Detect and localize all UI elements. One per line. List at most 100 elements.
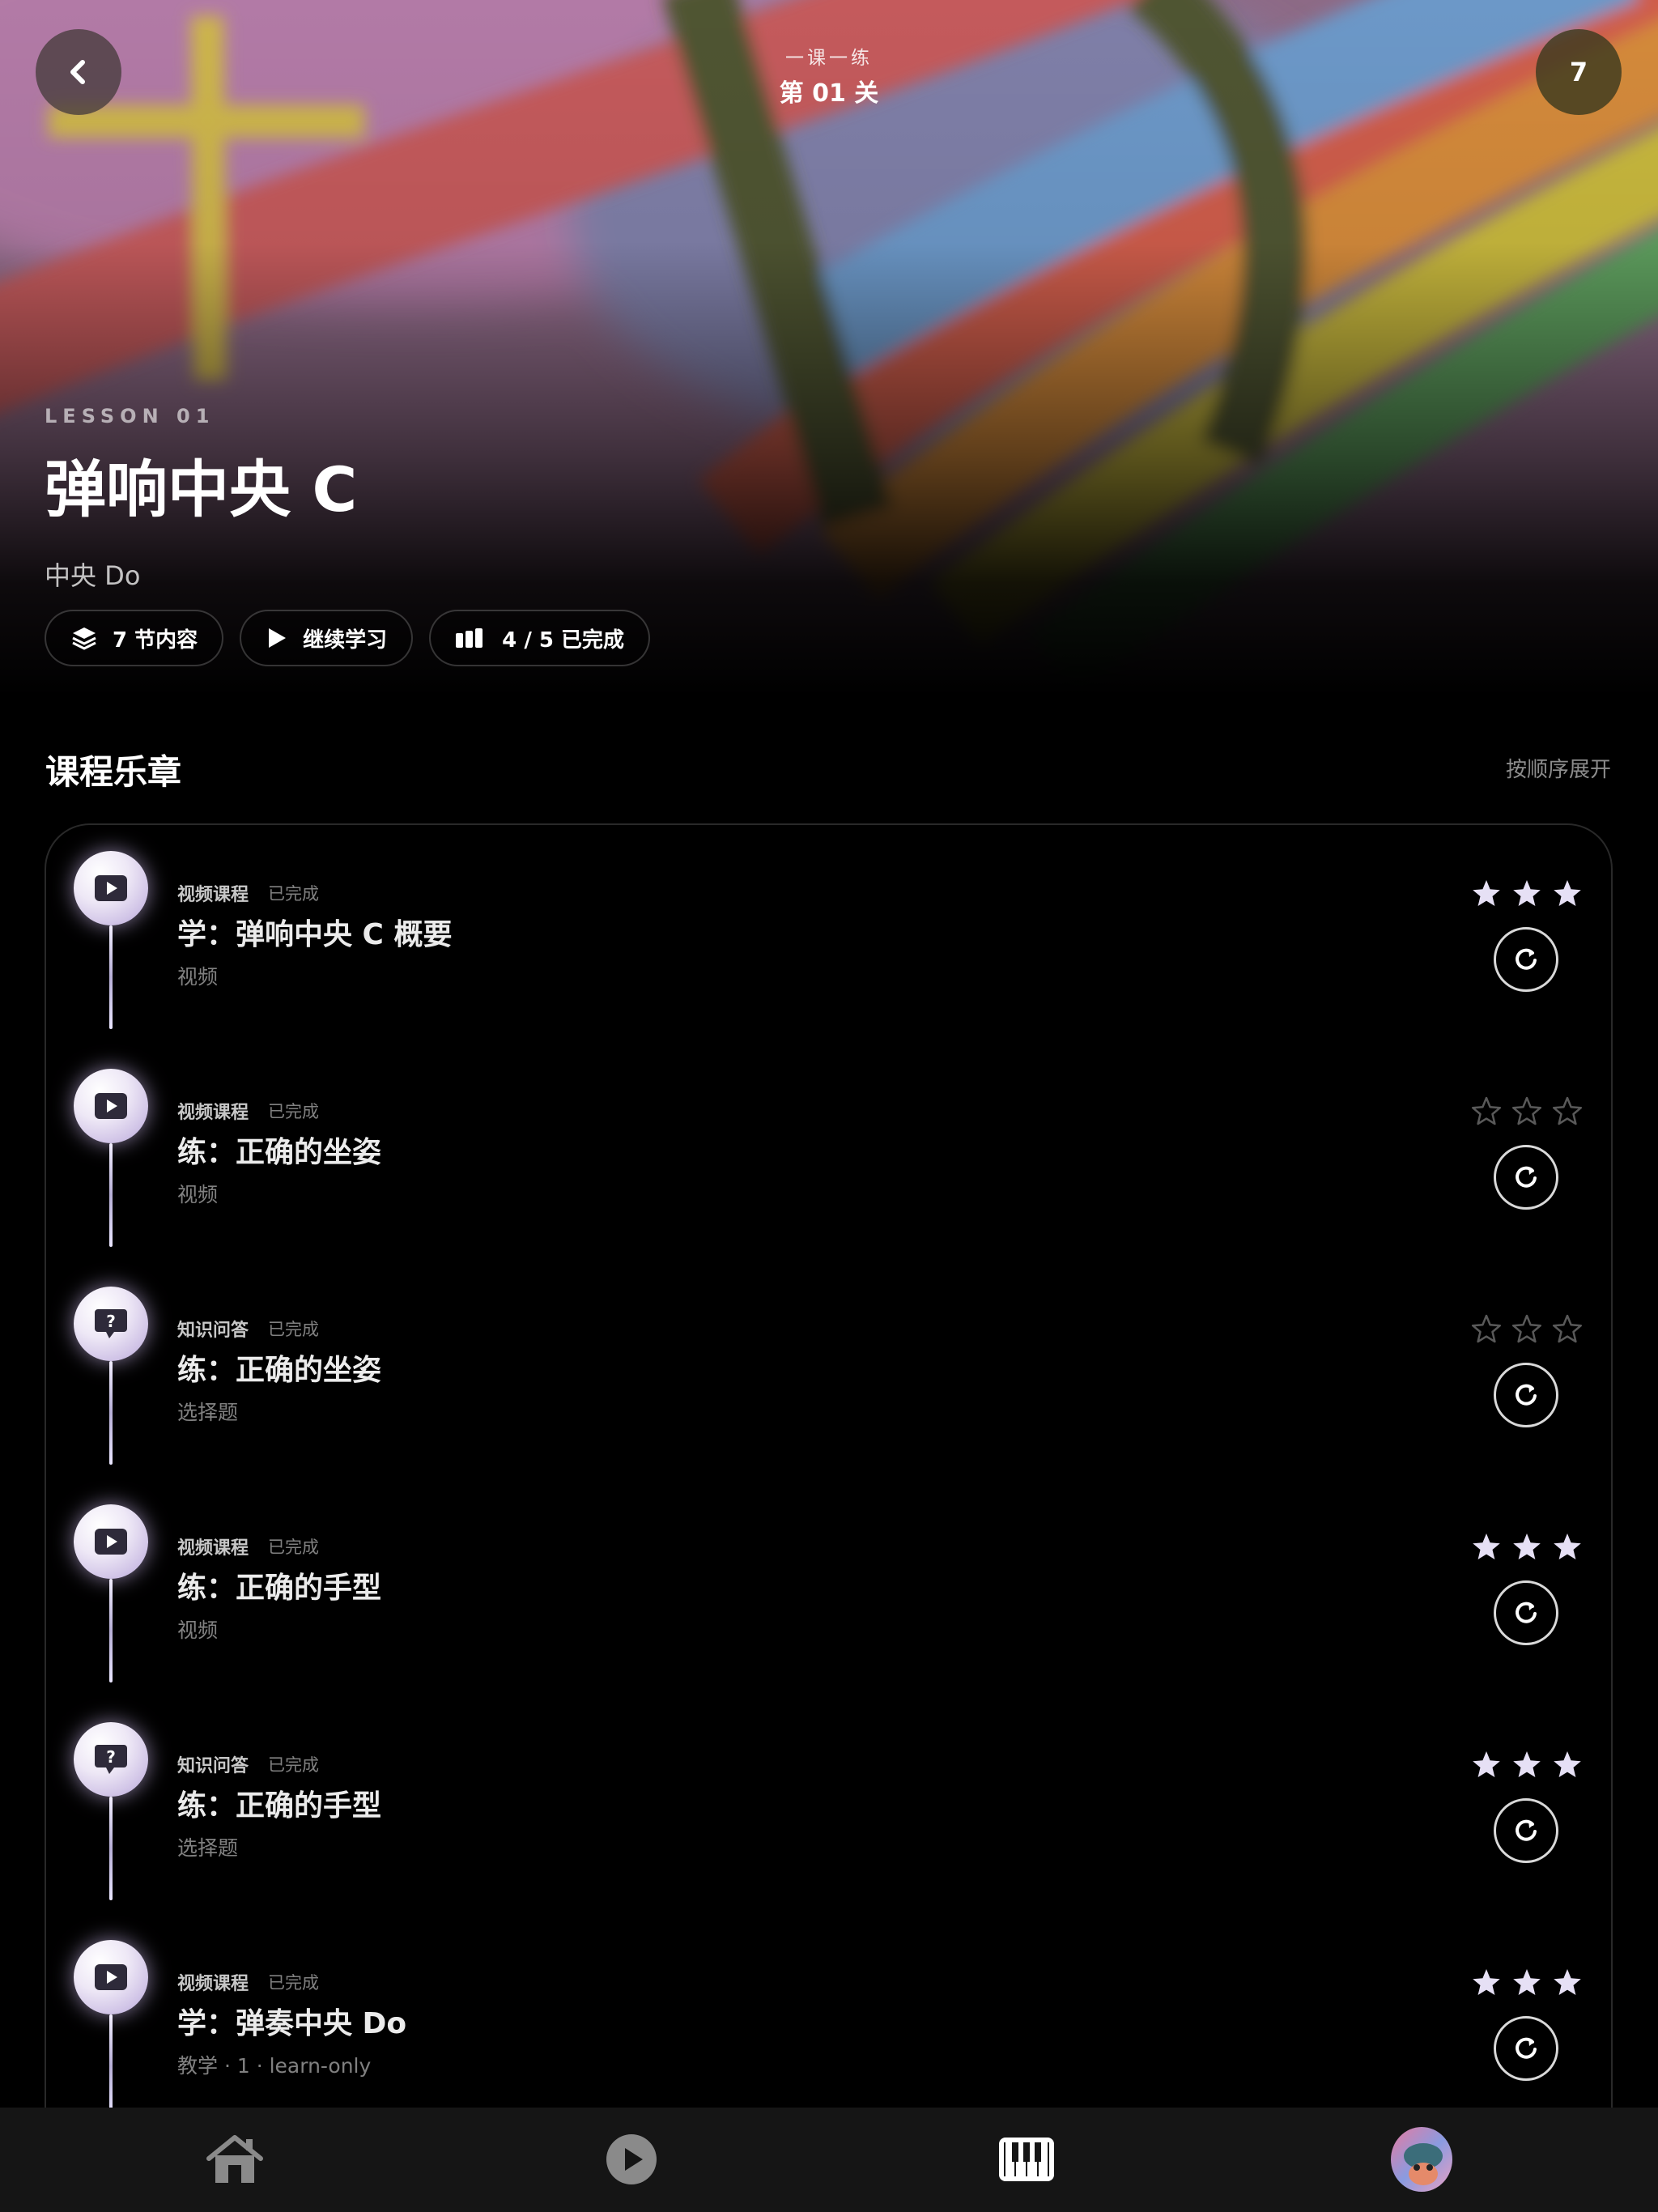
replay-button[interactable] [1494,2016,1558,2081]
question-icon: ? [95,1309,127,1338]
lesson-node [74,1069,148,1143]
lesson-kind: 知识问答 [177,1321,249,1341]
lesson-node [74,1940,148,2014]
tab-play[interactable] [601,2129,662,2190]
expand-in-order-link[interactable]: 按顺序展开 [1506,753,1611,783]
tab-home[interactable] [204,2129,266,2190]
lesson-item-subtitle: 视频 [177,1619,219,1642]
lesson-status: 已完成 [268,1320,320,1339]
star-empty-icon [1511,1314,1542,1343]
lesson-item[interactable]: 视频课程 已完成练：正确的坐姿视频 [46,1043,1611,1261]
lesson-item-title: 练：正确的手型 [177,1789,382,1823]
lesson-item-subtitle: 选择题 [177,1401,239,1424]
home-icon [206,2135,263,2183]
lesson-meta: 视频课程 已完成 [177,880,319,906]
avatar [1391,2127,1452,2192]
play-icon [95,875,127,901]
tab-bar [0,2108,1658,2212]
lesson-connector [109,925,113,1029]
replay-icon [1516,948,1537,970]
lesson-item[interactable]: 视频课程 已完成练：正确的手型视频 [46,1478,1611,1696]
continue-pill[interactable]: 继续学习 [240,610,414,666]
star-rating [1471,1314,1583,1345]
lesson-subtitle: 中央 Do [45,560,141,591]
lesson-kicker: LESSON 01 [45,405,215,428]
sections-pill[interactable]: 7 节内容 [45,610,224,666]
star-rating [1471,1096,1583,1127]
star-filled-icon [1513,880,1541,906]
star-filled-icon [1473,1969,1500,1995]
tab-profile[interactable] [1391,2127,1452,2192]
lesson-meta: 知识问答 已完成 [177,1751,319,1777]
replay-button[interactable] [1494,1580,1558,1645]
progress-pill-label: 4 / 5 已完成 [502,627,625,653]
replay-icon [1516,1819,1537,1841]
lesson-meta: 视频课程 已完成 [177,1534,319,1559]
lesson-pills: 7 节内容 继续学习 4 / 5 已完成 [45,610,651,666]
lesson-connector [109,1579,113,1682]
lesson-connector [109,1361,113,1465]
star-filled-icon [1554,880,1581,906]
count-badge-button[interactable]: 7 [1536,29,1622,115]
lesson-node [74,1504,148,1579]
lesson-item-title: 学：弹响中央 C 概要 [177,918,453,951]
star-filled-icon [1473,1534,1500,1559]
lesson-item-title: 练：正确的坐姿 [177,1136,382,1169]
lesson-item-subtitle: 选择题 [177,1836,239,1860]
replay-button[interactable] [1494,1798,1558,1863]
lesson-item-subtitle: 视频 [177,1183,219,1206]
play-icon [95,1529,127,1555]
lesson-status: 已完成 [268,1973,320,1993]
progress-pill[interactable]: 4 / 5 已完成 [429,610,651,666]
lesson-item-subtitle: 教学 · 1 · learn-only [177,2054,372,2078]
lesson-title: 弹响中央 C [45,453,358,525]
level-header: 一课一练 第 01 关 [667,42,991,108]
star-rating [1471,878,1583,909]
back-button[interactable] [36,29,121,115]
star-filled-icon [1513,1534,1541,1559]
lesson-meta: 视频课程 已完成 [177,1098,319,1124]
bars-icon [456,628,483,648]
lesson-connector [109,1797,113,1900]
lesson-item[interactable]: 视频课程 已完成 学：弹奏中央 Do 教学 · 1 · learn-only [46,1914,1611,2132]
star-rating [1471,1532,1583,1563]
level-subtitle: 一课一练 [785,48,873,69]
replay-button[interactable] [1494,1363,1558,1427]
play-icon [95,1093,127,1119]
lesson-item[interactable]: ? 知识问答 已完成练：正确的坐姿选择题 [46,1261,1611,1478]
tab-piano[interactable] [996,2129,1057,2190]
play-icon [95,1964,127,1990]
play-circle-icon [606,2134,657,2184]
lesson-kind: 视频课程 [177,885,249,905]
level-title: 第 01 关 [779,79,879,108]
continue-pill-label: 继续学习 [303,627,388,653]
replay-icon [1516,1166,1537,1188]
lesson-status: 已完成 [268,884,320,904]
lesson-item[interactable]: ? 知识问答 已完成练：正确的手型选择题 [46,1696,1611,1914]
replay-button[interactable] [1494,1145,1558,1210]
star-filled-icon [1554,1751,1581,1777]
lesson-item-title: 练：正确的坐姿 [177,1354,382,1387]
replay-button[interactable] [1494,927,1558,992]
layers-icon [72,627,96,650]
lesson-item[interactable]: 视频课程 已完成 学：弹响中央 C 概要 视频 [46,825,1611,1043]
star-filled-icon [1513,1751,1541,1777]
lesson-kind: 视频课程 [177,1538,249,1559]
star-empty-icon [1471,1096,1502,1125]
star-empty-icon [1552,1314,1583,1343]
lesson-status: 已完成 [268,1755,320,1775]
star-filled-icon [1554,1534,1581,1559]
replay-icon [1516,2037,1537,2059]
star-rating [1471,1967,1583,1998]
lesson-list: 视频课程 已完成 学：弹响中央 C 概要 视频 视频课程 已完成 练：正确的坐姿 视频? 知识问… [45,823,1613,2200]
lesson-kind: 视频课程 [177,1974,249,1994]
svg-text:?: ? [106,1747,116,1767]
lesson-meta: 知识问答 已完成 [177,1316,319,1342]
lesson-kind: 视频课程 [177,1103,249,1123]
replay-icon [1516,1384,1537,1406]
lesson-item-title: 练：正确的手型 [177,1572,382,1605]
star-empty-icon [1552,1096,1583,1125]
lesson-status: 已完成 [268,1538,320,1557]
piano-icon [999,2138,1054,2181]
chevron-left-icon [70,60,85,84]
